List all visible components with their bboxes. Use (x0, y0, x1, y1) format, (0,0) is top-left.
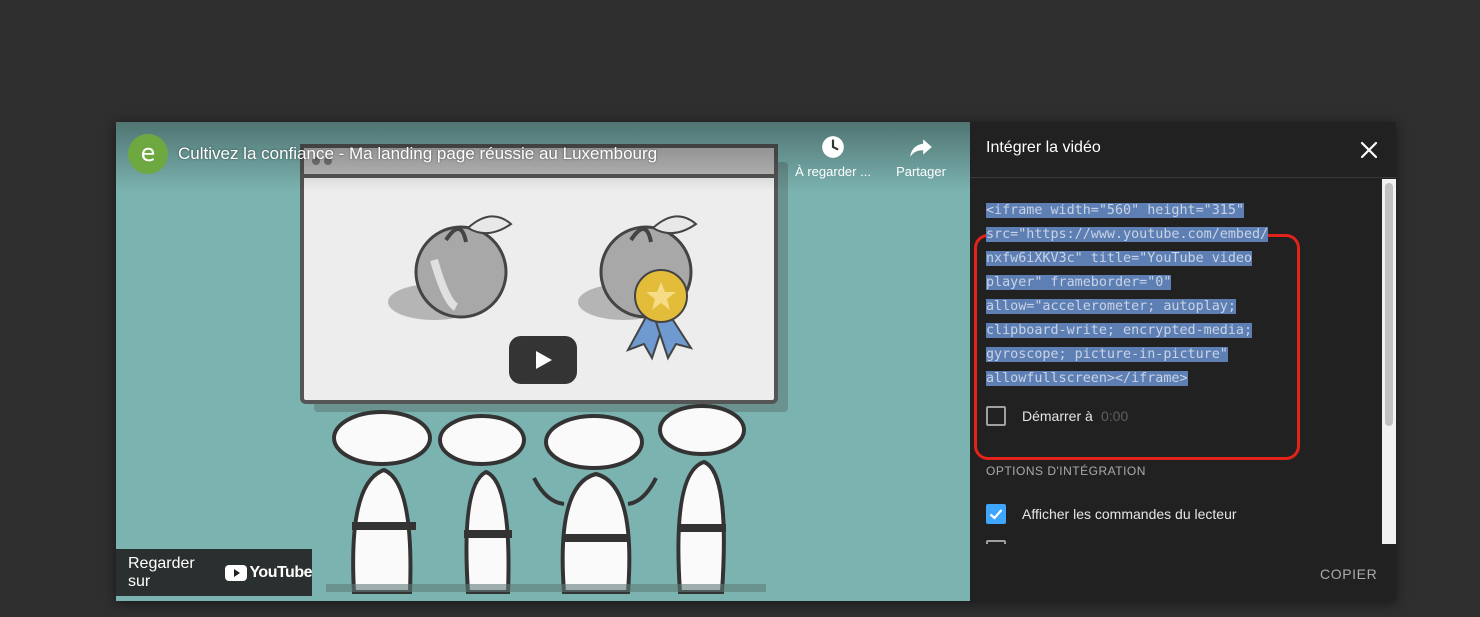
checkmark-icon (989, 509, 1003, 520)
video-player[interactable]: e Cultivez la confiance - Ma landing pag… (116, 122, 970, 601)
scrollbar[interactable] (1382, 179, 1396, 544)
panel-title: Intégrer la vidéo (986, 139, 1101, 156)
privacy-mode-checkbox[interactable] (986, 540, 1006, 544)
embed-code-textarea[interactable]: <iframe width="560" height="315" src="ht… (986, 199, 1286, 391)
watch-on-label: Regarder sur (128, 554, 195, 590)
code-line-text: gyroscope; picture-in-picture" (986, 347, 1228, 362)
close-icon[interactable] (1356, 137, 1382, 163)
code-line: player" frameborder="0" (986, 271, 1286, 295)
share-label: Partager (896, 164, 946, 179)
code-line-text: nxfw6iXKV3c" title="YouTube video (986, 251, 1253, 266)
embed-options-scroll-area[interactable]: <iframe width="560" height="315" src="ht… (970, 179, 1396, 544)
start-at-time-input[interactable]: 0:00 (1101, 408, 1128, 424)
scrollbar-thumb[interactable] (1385, 183, 1393, 426)
code-line: allow="accelerometer; autoplay; (986, 295, 1286, 319)
code-line: src="https://www.youtube.com/embed/ (986, 223, 1286, 247)
start-at-checkbox[interactable] (986, 406, 1006, 426)
show-controls-label: Afficher les commandes du lecteur (1022, 506, 1237, 522)
youtube-logo-text: YouTube (249, 563, 312, 581)
channel-avatar[interactable]: e (128, 134, 168, 174)
play-button[interactable] (509, 336, 577, 384)
play-icon (536, 351, 552, 369)
code-line-text: src="https://www.youtube.com/embed/ (986, 227, 1269, 242)
video-title[interactable]: Cultivez la confiance - Ma landing page … (178, 144, 657, 164)
video-header-overlay: e Cultivez la confiance - Ma landing pag… (116, 122, 970, 192)
panel-header: Intégrer la vidéo (970, 122, 1396, 178)
code-line: clipboard-write; encrypted-media; (986, 319, 1286, 343)
options-heading: OPTIONS D'INTÉGRATION (986, 464, 1146, 478)
code-line-text: allowfullscreen></iframe> (986, 371, 1188, 386)
start-at-label: Démarrer à (1022, 408, 1093, 424)
code-line: gyroscope; picture-in-picture" (986, 343, 1286, 367)
code-line-text: clipboard-write; encrypted-media; (986, 323, 1253, 338)
show-controls-checkbox[interactable] (986, 504, 1006, 524)
watch-on-youtube-button[interactable]: Regarder sur YouTube (116, 549, 312, 596)
code-line: <iframe width="560" height="315" (986, 199, 1286, 223)
embed-panel: Intégrer la vidéo <iframe width="560" he… (970, 122, 1396, 601)
youtube-play-logo-icon (225, 564, 248, 581)
code-line-text: <iframe width="560" height="315" (986, 203, 1244, 218)
watch-later-label: À regarder ... (795, 164, 871, 179)
copy-button[interactable]: COPIER (1320, 566, 1377, 582)
code-line: allowfullscreen></iframe> (986, 367, 1286, 391)
embed-modal: e Cultivez la confiance - Ma landing pag… (116, 122, 1396, 601)
share-arrow-icon (910, 139, 932, 157)
code-line-text: allow="accelerometer; autoplay; (986, 299, 1236, 314)
clock-icon (822, 136, 844, 158)
code-line-text: player" frameborder="0" (986, 275, 1172, 290)
youtube-logo: YouTube (225, 564, 312, 582)
watch-later-button[interactable]: À regarder ... (788, 134, 878, 179)
code-line: nxfw6iXKV3c" title="YouTube video (986, 247, 1286, 271)
share-button[interactable]: Partager (876, 134, 966, 179)
